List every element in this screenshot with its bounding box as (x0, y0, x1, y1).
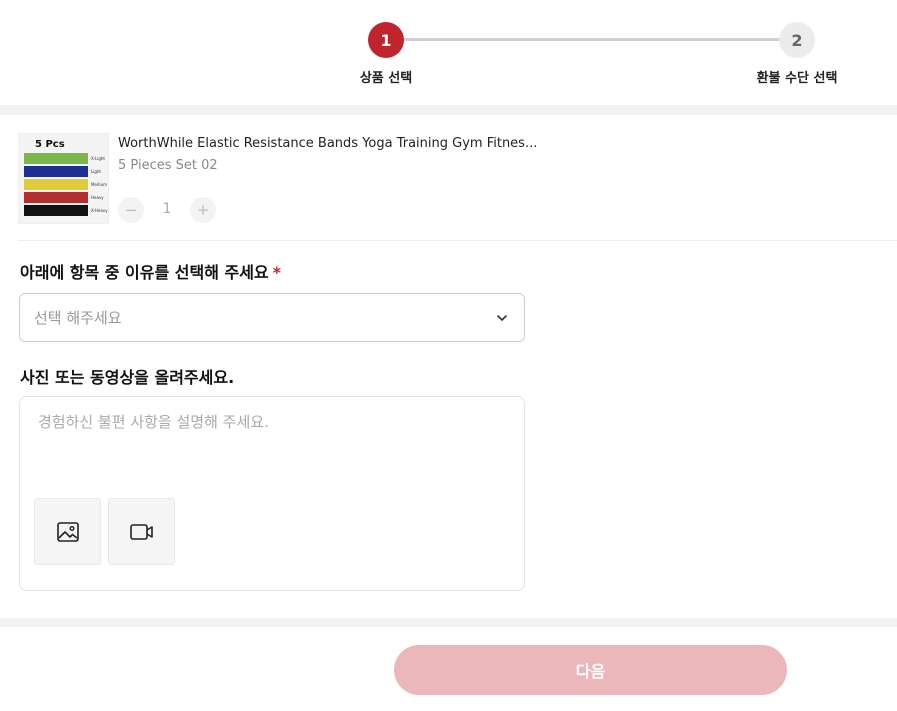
progress-stepper: 1 2 상품 선택 환불 수단 선택 (0, 0, 897, 105)
chevron-down-icon (497, 314, 507, 321)
product-name[interactable]: WorthWhile Elastic Resistance Bands Yoga… (118, 136, 537, 151)
thumbnail-band-label: X-Heavy (91, 208, 108, 213)
add-photo-button[interactable] (34, 498, 101, 565)
footer-bar: 다음 (0, 627, 897, 711)
next-button[interactable]: 다음 (394, 645, 787, 695)
product-variant: 5 Pieces Set 02 (118, 158, 218, 173)
thumbnail-band-label: Heavy (91, 195, 104, 200)
video-icon (129, 523, 153, 540)
step-2-indicator: 2 (779, 22, 815, 58)
thumbnail-band-label: Medium (91, 182, 107, 187)
thumbnail-title: 5 Pcs (35, 139, 65, 150)
add-video-button[interactable] (108, 498, 175, 565)
thumbnail-band (24, 205, 88, 216)
thumbnail-band-label: X-Light (91, 156, 105, 161)
thumbnail-band (24, 166, 88, 177)
required-mark: * (272, 263, 282, 282)
product-thumbnail: 5 Pcs X-Light Light Medium Heavy X-Heavy (18, 133, 109, 224)
reason-select-placeholder: 선택 해주세요 (34, 309, 122, 327)
stepper-connector (386, 38, 797, 41)
reason-label: 아래에 항목 중 이유를 선택해 주세요 * (20, 259, 281, 283)
thumbnail-band (24, 192, 88, 203)
quantity-increase-button[interactable]: + (190, 197, 216, 223)
description-box (19, 396, 525, 591)
thumbnail-band-label: Light (91, 169, 101, 174)
description-textarea[interactable] (38, 411, 508, 481)
minus-icon: − (124, 201, 138, 219)
section-divider (18, 240, 897, 241)
return-form: 5 Pcs X-Light Light Medium Heavy X-Heavy Wor… (0, 115, 897, 618)
step-1-indicator: 1 (368, 22, 404, 58)
reason-label-text: 아래에 항목 중 이유를 선택해 주세요 (20, 263, 269, 282)
reason-select[interactable]: 선택 해주세요 (19, 293, 525, 342)
thumbnail-band (24, 179, 88, 190)
quantity-decrease-button[interactable]: − (118, 197, 144, 223)
plus-icon: + (196, 201, 210, 219)
step-1-label: 상품 선택 (359, 71, 413, 86)
thumbnail-band (24, 153, 88, 164)
quantity-value: 1 (162, 201, 172, 217)
step-2-label: 환불 수단 선택 (756, 71, 838, 86)
upload-label: 사진 또는 동영상을 올려주세요. (20, 368, 235, 387)
image-icon (56, 521, 79, 542)
